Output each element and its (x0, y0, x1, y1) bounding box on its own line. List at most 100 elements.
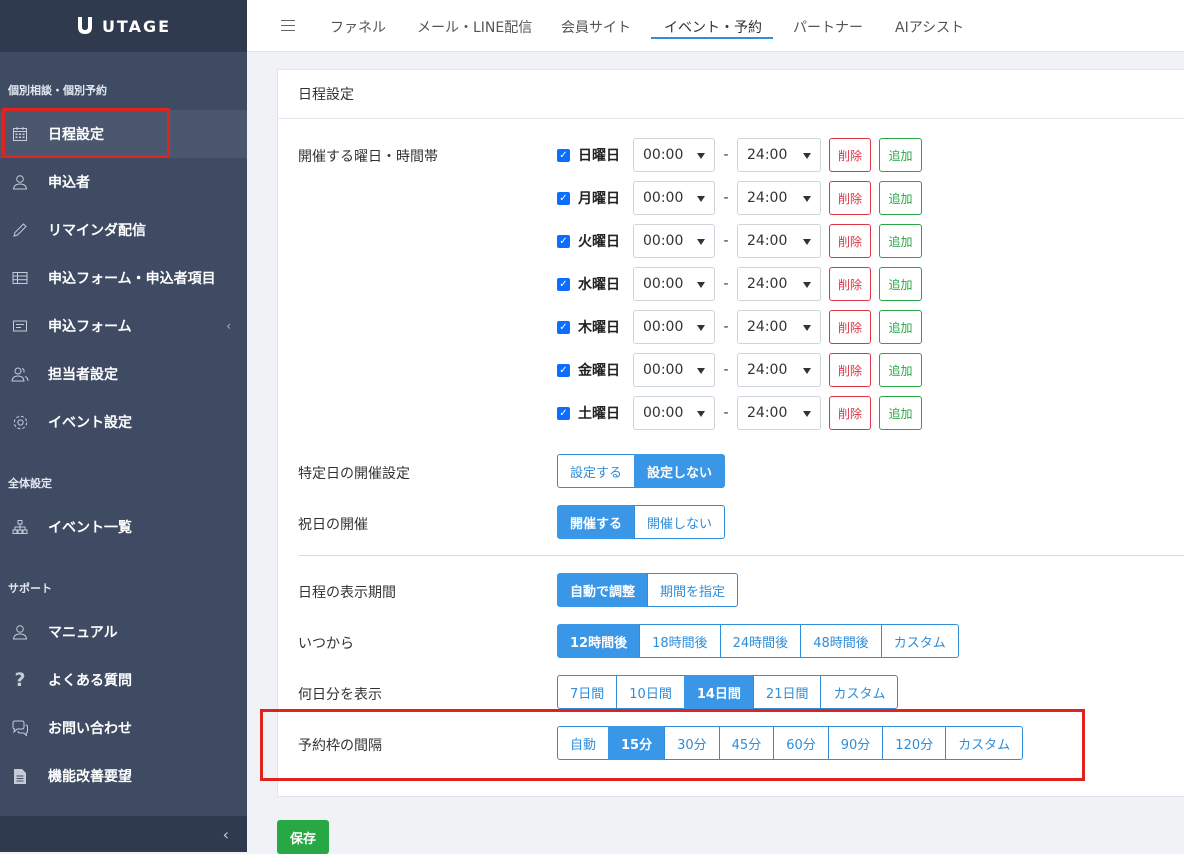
sidebar-item-applicants[interactable]: 申込者 (0, 158, 247, 206)
end-time-select[interactable]: 24:00 (737, 224, 821, 258)
tab-partner[interactable]: パートナー (793, 17, 863, 37)
user-icon (10, 172, 30, 192)
from-option[interactable]: 12時間後 (557, 624, 641, 658)
days-shown-option[interactable]: 7日間 (557, 675, 618, 709)
end-time-select[interactable]: 24:00 (737, 267, 821, 301)
start-time-select[interactable]: 00:00 (633, 396, 715, 430)
from-option[interactable]: 48時間後 (800, 624, 882, 658)
delete-button[interactable]: 削除 (829, 353, 871, 387)
tab-member-site[interactable]: 会員サイト (561, 17, 631, 37)
sidebar-item-feature-request[interactable]: 機能改善要望 (0, 752, 247, 800)
end-time-value: 24:00 (747, 405, 788, 421)
start-time-select[interactable]: 00:00 (633, 138, 715, 172)
weekday-label: 土曜日 (578, 406, 620, 422)
sidebar-item-faq[interactable]: ? よくある質問 (0, 656, 247, 704)
start-time-select[interactable]: 00:00 (633, 181, 715, 215)
end-time-select[interactable]: 24:00 (737, 396, 821, 430)
sidebar-item-event-list[interactable]: イベント一覧 (0, 503, 247, 551)
hamburger-menu-icon[interactable] (281, 20, 295, 35)
section-label-support: サポート (8, 582, 52, 595)
brand-logo[interactable]: UTAGE (76, 16, 171, 36)
caret-down-icon (803, 325, 811, 331)
sidebar-item-manual[interactable]: マニュアル (0, 608, 247, 656)
holiday-option[interactable]: 開催しない (634, 505, 726, 539)
interval-option[interactable]: 自動 (557, 726, 610, 760)
sidebar-item-reminder[interactable]: リマインダ配信 (0, 206, 247, 254)
caret-down-icon (803, 239, 811, 245)
end-time-select[interactable]: 24:00 (737, 138, 821, 172)
delete-button[interactable]: 削除 (829, 181, 871, 215)
interval-option[interactable]: 30分 (664, 726, 720, 760)
checkbox[interactable]: ✓ (557, 277, 570, 291)
sidebar-item-form-fields[interactable]: 申込フォーム・申込者項目 (0, 254, 247, 302)
sidebar-collapse-bar[interactable]: ‹ (0, 816, 247, 852)
specific-day-option[interactable]: 設定しない (634, 454, 726, 488)
checkbox[interactable]: ✓ (557, 191, 570, 205)
tab-mail-line[interactable]: メール・LINE配信 (417, 17, 532, 37)
sidebar-item-contact[interactable]: お問い合わせ (0, 704, 247, 752)
add-button[interactable]: 追加 (879, 267, 922, 301)
sidebar-item-label: イベント一覧 (48, 520, 132, 536)
weekday-row: ✓ 日曜日 00:00 - 24:00 削除 追加 (557, 137, 922, 173)
days-shown-option[interactable]: 21日間 (752, 675, 822, 709)
checkbox[interactable]: ✓ (557, 320, 570, 334)
display-period-option[interactable]: 期間を指定 (647, 573, 739, 607)
days-shown-option[interactable]: 10日間 (616, 675, 685, 709)
users-icon (10, 364, 30, 384)
interval-option[interactable]: 120分 (882, 726, 947, 760)
holiday-option[interactable]: 開催する (557, 505, 636, 539)
specific-day-option[interactable]: 設定する (557, 454, 636, 488)
start-time-select[interactable]: 00:00 (633, 310, 715, 344)
from-option[interactable]: 18時間後 (639, 624, 721, 658)
days-shown-option[interactable]: 14日間 (683, 675, 754, 709)
display-period-option[interactable]: 自動で調整 (557, 573, 649, 607)
add-button[interactable]: 追加 (879, 181, 922, 215)
add-button[interactable]: 追加 (879, 310, 922, 344)
checkbox[interactable]: ✓ (557, 234, 570, 248)
sidebar-item-schedule[interactable]: 日程設定 (0, 110, 247, 158)
tab-ai-assist[interactable]: AIアシスト (895, 17, 964, 37)
add-button[interactable]: 追加 (879, 353, 922, 387)
interval-option[interactable]: 45分 (718, 726, 775, 760)
chevron-left-icon[interactable]: ‹ (223, 825, 229, 844)
weekday-label: 木曜日 (578, 320, 620, 336)
interval-option[interactable]: 15分 (608, 726, 666, 760)
tab-event-booking[interactable]: イベント・予約 (664, 17, 762, 37)
end-time-select[interactable]: 24:00 (737, 181, 821, 215)
delete-button[interactable]: 削除 (829, 310, 871, 344)
range-dash: - (723, 319, 729, 335)
delete-button[interactable]: 削除 (829, 138, 871, 172)
start-time-select[interactable]: 00:00 (633, 224, 715, 258)
interval-option[interactable]: カスタム (945, 726, 1024, 760)
sidebar-item-event-settings[interactable]: イベント設定 (0, 398, 247, 446)
add-button[interactable]: 追加 (879, 138, 922, 172)
caret-down-icon (697, 282, 705, 288)
sidebar-item-form[interactable]: 申込フォーム ‹ (0, 302, 247, 350)
from-toggle: 12時間後 18時間後 24時間後 48時間後 カスタム (557, 624, 959, 658)
checkbox[interactable]: ✓ (557, 363, 570, 377)
from-option[interactable]: カスタム (880, 624, 959, 658)
from-option[interactable]: 24時間後 (719, 624, 802, 658)
delete-button[interactable]: 削除 (829, 267, 871, 301)
add-button[interactable]: 追加 (879, 224, 922, 258)
delete-button[interactable]: 削除 (829, 224, 871, 258)
checkbox[interactable]: ✓ (557, 406, 570, 420)
tab-funnel[interactable]: ファネル (330, 17, 386, 37)
start-time-select[interactable]: 00:00 (633, 267, 715, 301)
end-time-select[interactable]: 24:00 (737, 310, 821, 344)
interval-option[interactable]: 60分 (773, 726, 829, 760)
caret-down-icon (697, 368, 705, 374)
days-shown-option[interactable]: カスタム (820, 675, 899, 709)
interval-option[interactable]: 90分 (827, 726, 884, 760)
end-time-select[interactable]: 24:00 (737, 353, 821, 387)
pencil-icon (10, 220, 30, 240)
add-button[interactable]: 追加 (879, 396, 922, 430)
start-time-select[interactable]: 00:00 (633, 353, 715, 387)
sidebar-item-staff[interactable]: 担当者設定 (0, 350, 247, 398)
caret-down-icon (697, 325, 705, 331)
delete-button[interactable]: 削除 (829, 396, 871, 430)
checkbox[interactable]: ✓ (557, 148, 570, 162)
save-button[interactable]: 保存 (277, 820, 329, 854)
chevron-left-icon: ‹ (226, 319, 231, 333)
range-dash: - (723, 233, 729, 249)
